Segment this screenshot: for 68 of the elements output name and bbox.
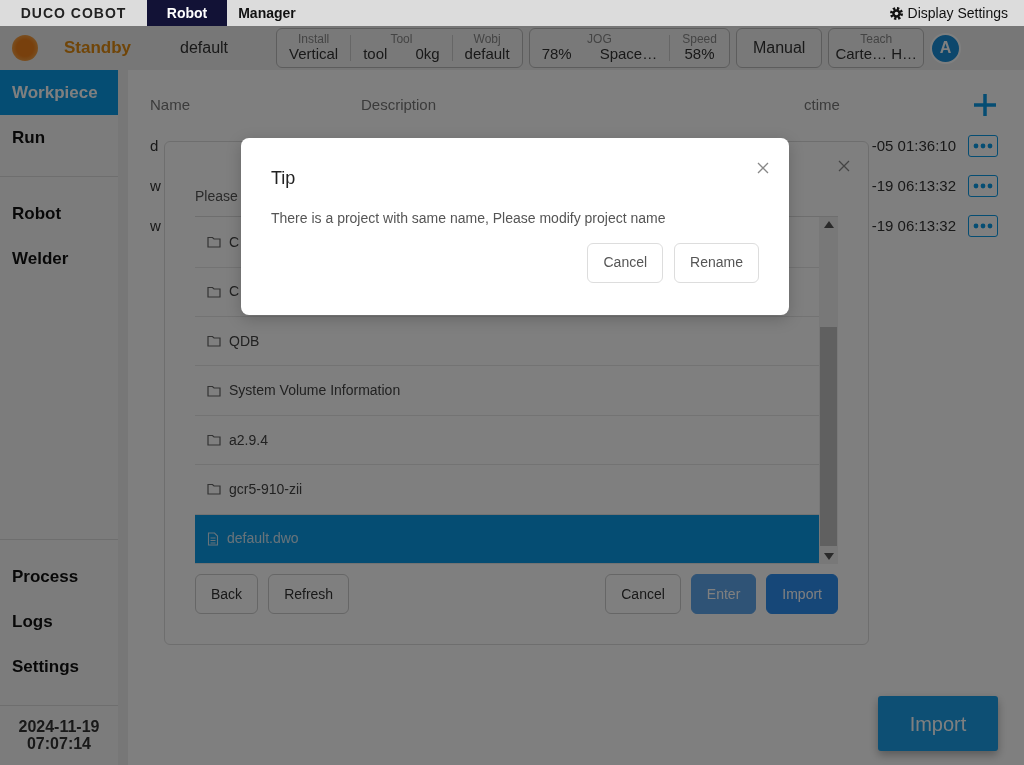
- file-row[interactable]: a2.9.4: [195, 415, 819, 466]
- field-value: tool: [363, 46, 388, 63]
- time-text: 07:07:14: [25, 735, 92, 753]
- dialog-button[interactable]: Import: [766, 574, 838, 614]
- status-light: [12, 35, 38, 61]
- file-icon: [207, 531, 219, 546]
- sidebar-item[interactable]: Process: [0, 553, 118, 599]
- folder-icon: [207, 483, 221, 496]
- date-text: 2024-11-19: [17, 717, 101, 736]
- field-value: 58%: [684, 46, 715, 63]
- close-icon[interactable]: [838, 160, 850, 172]
- sidebar-item[interactable]: Welder: [0, 236, 118, 281]
- sidebar-item[interactable]: Run: [0, 115, 118, 160]
- tab[interactable]: Manager: [227, 0, 307, 26]
- sidebar-item[interactable]: Robot: [0, 191, 118, 236]
- dialog-button[interactable]: Rename: [674, 242, 759, 283]
- dialog-button[interactable]: Cancel: [605, 574, 681, 614]
- scroll-up-icon: [822, 219, 835, 229]
- mode-button[interactable]: Manual: [735, 28, 823, 68]
- path-label: Please: [195, 187, 239, 206]
- folder-icon: [207, 285, 221, 298]
- dialog-button[interactable]: Back: [195, 574, 259, 614]
- program-name: default: [180, 38, 230, 58]
- logo: DUCO COBOT: [19, 3, 128, 23]
- folder-icon: [207, 335, 221, 348]
- more-icon: [973, 223, 993, 229]
- tab[interactable]: Robot: [147, 0, 227, 26]
- field-value: 0kg: [415, 46, 440, 63]
- file-row[interactable]: System Volume Information: [195, 366, 819, 416]
- more-button[interactable]: [968, 175, 998, 197]
- sidebar-item[interactable]: Logs: [0, 598, 118, 644]
- more-button[interactable]: [968, 215, 998, 237]
- avatar[interactable]: A: [930, 32, 962, 64]
- file-row[interactable]: gcr5-910-zii: [195, 465, 819, 515]
- sidebar-item[interactable]: Settings: [0, 643, 118, 689]
- folder-icon: [207, 236, 221, 249]
- more-icon: [973, 183, 993, 189]
- column-header: ctime: [804, 94, 840, 115]
- display-settings-link[interactable]: Display Settings: [907, 2, 1008, 24]
- folder-icon: [207, 384, 221, 397]
- sidebar-item[interactable]: Workpiece: [0, 70, 118, 115]
- scrollbar[interactable]: [819, 216, 838, 564]
- close-icon[interactable]: [757, 162, 769, 174]
- column-header: Name: [150, 94, 191, 115]
- table-cell-text: w: [150, 175, 161, 196]
- file-row[interactable]: QDB: [195, 317, 819, 367]
- table-cell-text: w: [150, 215, 161, 236]
- table-cell-text: d: [150, 135, 159, 156]
- settings-icon: [888, 5, 904, 21]
- field-value: Carte… H…: [835, 46, 918, 63]
- table-cell-text: -19 06:13:32: [871, 215, 956, 236]
- field-value: default: [464, 46, 510, 63]
- table-cell-text: -19 06:13:32: [871, 175, 956, 196]
- robot-state: Standby: [64, 37, 133, 60]
- more-icon: [973, 143, 993, 149]
- dialog-message: There is a project with same name, Please modify project name: [271, 208, 667, 228]
- more-button[interactable]: [968, 135, 998, 157]
- dialog-title: Tip: [271, 168, 297, 190]
- add-icon[interactable]: [972, 92, 998, 118]
- field-value: 78%: [541, 46, 572, 63]
- table-cell-text: -05 01:36:10: [871, 135, 956, 156]
- field-value: Vertical: [289, 46, 339, 63]
- column-header: Description: [361, 94, 438, 115]
- scroll-down-icon: [822, 552, 835, 561]
- folder-icon: [207, 434, 221, 446]
- field-value: Space…: [599, 46, 658, 63]
- dialog-button[interactable]: Refresh: [268, 574, 350, 614]
- dialog-button[interactable]: Cancel: [587, 242, 664, 283]
